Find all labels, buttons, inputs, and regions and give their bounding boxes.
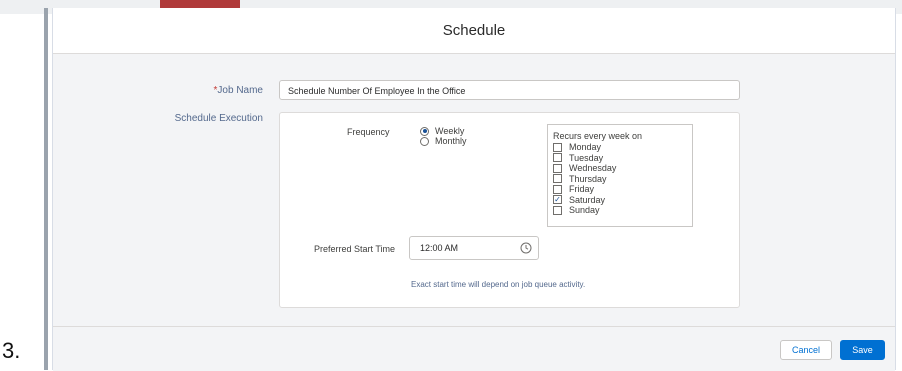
schedule-execution-label: Schedule Execution xyxy=(174,113,263,124)
step-number: 3. xyxy=(2,338,21,363)
cancel-button[interactable]: Cancel xyxy=(780,340,832,360)
friday-checkbox[interactable] xyxy=(553,184,562,194)
frequency-monthly-option[interactable]: Monthly xyxy=(420,136,467,146)
monthly-label: Monthly xyxy=(435,136,467,146)
preferred-start-time-label: Preferred Start Time xyxy=(314,244,396,254)
day-label: Saturday xyxy=(569,194,606,205)
day-tuesday[interactable]: Tuesday xyxy=(553,153,687,164)
tuesday-checkbox[interactable] xyxy=(553,153,562,163)
monthly-radio[interactable] xyxy=(420,136,429,146)
modal-footer: Cancel Save xyxy=(53,326,895,371)
day-label: Friday xyxy=(569,184,595,195)
clock-icon[interactable] xyxy=(520,242,532,254)
modal-title: Schedule xyxy=(442,22,506,39)
page-margin-line xyxy=(44,8,48,370)
day-label: Wednesday xyxy=(569,163,617,174)
recurs-days-box: Recurs every week on Monday Tuesday Wedn… xyxy=(547,124,693,227)
weekly-radio[interactable] xyxy=(420,126,429,136)
day-sunday[interactable]: Sunday xyxy=(553,205,687,216)
day-label: Sunday xyxy=(569,205,600,216)
frequency-label: Frequency xyxy=(347,127,390,137)
time-value: 12:00 AM xyxy=(420,243,459,253)
day-saturday[interactable]: ✓ Saturday xyxy=(553,195,687,206)
day-friday[interactable]: Friday xyxy=(553,184,687,195)
day-monday[interactable]: Monday xyxy=(553,142,687,153)
frequency-weekly-option[interactable]: Weekly xyxy=(420,126,464,136)
wednesday-checkbox[interactable] xyxy=(553,163,562,173)
job-name-label-text: Job Name xyxy=(217,85,263,96)
modal-body: *Job Name Schedule Number Of Employee In… xyxy=(53,54,895,326)
sunday-checkbox[interactable] xyxy=(553,205,562,215)
job-name-input[interactable]: Schedule Number Of Employee In the Offic… xyxy=(279,80,740,100)
saturday-checkbox[interactable]: ✓ xyxy=(553,195,562,205)
day-wednesday[interactable]: Wednesday xyxy=(553,163,687,174)
start-time-note: Exact start time will depend on job queu… xyxy=(411,280,586,289)
monday-checkbox[interactable] xyxy=(553,142,562,152)
job-name-label: *Job Name xyxy=(173,85,263,96)
day-label: Monday xyxy=(569,142,602,153)
day-thursday[interactable]: Thursday xyxy=(553,174,687,185)
schedule-execution-panel: Frequency Weekly Monthly Recurs every we… xyxy=(279,112,740,308)
save-button[interactable]: Save xyxy=(840,340,885,360)
schedule-modal: Schedule *Job Name Schedule Number Of Em… xyxy=(52,8,896,371)
day-label: Thursday xyxy=(569,173,607,184)
weekly-label: Weekly xyxy=(435,126,465,136)
day-label: Tuesday xyxy=(569,152,604,163)
preferred-start-time-input[interactable]: 12:00 AM xyxy=(409,236,539,260)
thursday-checkbox[interactable] xyxy=(553,174,562,184)
modal-header: Schedule xyxy=(53,8,895,54)
recurs-title: Recurs every week on xyxy=(553,131,643,141)
